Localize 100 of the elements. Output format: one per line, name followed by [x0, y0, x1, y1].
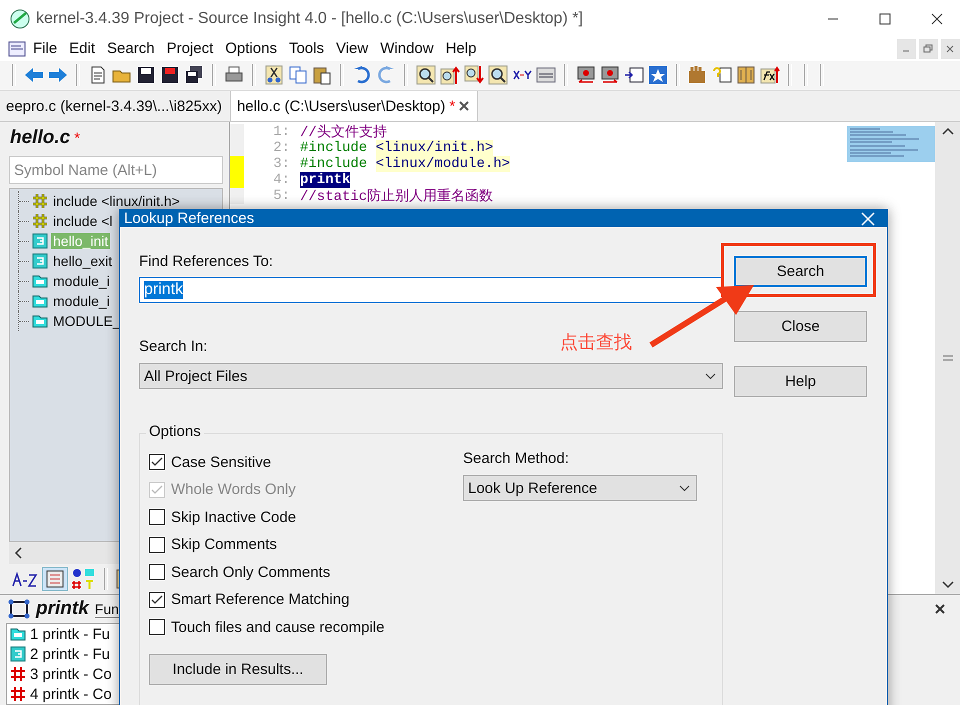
option-label: Search Only Comments [171, 564, 330, 581]
window-title: kernel-3.4.39 Project - Source Insight 4.0 - [hello.c (C:\Users\user\Desktop) *] [36, 10, 584, 28]
include-button[interactable]: Include in Results... [149, 654, 327, 685]
hash-icon [32, 213, 48, 230]
restore-icon[interactable] [919, 38, 938, 59]
search-method-dropdown[interactable]: Look Up Reference [463, 475, 697, 501]
reference-item[interactable]: 3 printk - Co [30, 666, 112, 682]
scroll-down-icon[interactable] [940, 580, 954, 590]
close-icon[interactable] [934, 603, 946, 615]
function-symbol-icon [32, 233, 48, 250]
dialog-button[interactable]: Close [734, 311, 867, 342]
search-icon[interactable] [488, 65, 508, 86]
dialog-button[interactable]: Search [734, 256, 867, 287]
symbol-item[interactable]: include <l [51, 213, 115, 230]
search-up-icon[interactable] [440, 65, 460, 86]
menu-item[interactable]: Project [162, 40, 218, 58]
find-input[interactable]: printk [139, 277, 723, 303]
option-label: Whole Words Only [171, 481, 296, 498]
help-icon[interactable] [712, 65, 732, 86]
menu-item[interactable]: Search [102, 40, 160, 58]
checkbox[interactable] [149, 509, 165, 526]
annotation-text: 点击查找 [560, 331, 632, 354]
scroll-up-icon[interactable] [940, 126, 954, 136]
symbol-item[interactable]: module_i [51, 273, 112, 290]
symbol-types-icon[interactable] [72, 568, 96, 590]
jump-icon[interactable] [624, 65, 644, 86]
save-icon[interactable] [136, 65, 156, 86]
file-tab[interactable]: hello.c (C:\Users\user\Desktop) * [230, 91, 478, 122]
hash-icon [32, 193, 48, 210]
option-label: Touch files and cause recompile [171, 618, 384, 636]
dialog-button[interactable]: Help [734, 366, 867, 397]
search-icon[interactable] [416, 65, 436, 86]
option-label: Skip Inactive Code [171, 508, 296, 526]
symbol-item[interactable]: module_i [51, 293, 112, 310]
checkbox[interactable] [149, 536, 165, 553]
copy-icon[interactable] [288, 65, 308, 86]
search-down-icon[interactable] [464, 65, 484, 86]
search-in-label: Search In: [139, 338, 208, 355]
option-label: Case Sensitive [171, 454, 272, 471]
menu-item[interactable]: Help [440, 40, 482, 58]
code-token: printk [300, 172, 350, 188]
symbol-item[interactable]: MODULE_ [51, 313, 123, 330]
menu-item[interactable]: Options [220, 40, 282, 58]
scroll-grip-icon[interactable] [942, 355, 954, 362]
macro-symbol-icon [10, 626, 26, 642]
macro-symbol-icon [32, 293, 48, 310]
app-logo-icon [10, 8, 30, 29]
save-icon[interactable] [160, 65, 180, 86]
menu-item[interactable]: Edit [64, 40, 100, 58]
hash-icon [10, 666, 26, 682]
symbol-item[interactable]: hello_exit [51, 253, 114, 270]
method-label: Search Method: [463, 450, 569, 467]
code-token: //static防止别人用重名函数 [300, 188, 494, 206]
menu-item[interactable]: File [28, 40, 62, 58]
book-icon[interactable] [736, 65, 756, 86]
reference-item[interactable]: 4 printk - Co [30, 686, 112, 702]
option-label: Smart Reference Matching [171, 591, 350, 608]
save-all-icon[interactable] [184, 65, 204, 86]
code-token: #include [300, 140, 368, 156]
minimap-drawing[interactable] [847, 126, 935, 162]
function-symbol-icon [32, 253, 48, 270]
line-number: 5: [272, 188, 291, 204]
search-in-dropdown[interactable]: All Project Files [139, 363, 723, 389]
modified-mark: * [74, 130, 80, 147]
find-label: Find References To: [139, 253, 273, 270]
menu-item[interactable]: View [330, 40, 374, 58]
undo-icon[interactable] [352, 65, 372, 86]
line-number: 2: [272, 140, 291, 156]
checkbox[interactable] [149, 592, 165, 608]
close-icon[interactable] [459, 101, 470, 112]
symbol-search-field[interactable]: Symbol Name (Alt+L) [9, 156, 223, 184]
bookmark-back-icon[interactable] [576, 65, 596, 86]
code-token: <linux/module.h> [376, 156, 510, 172]
modified-mark: * [449, 98, 456, 115]
line-number: 4: [272, 172, 291, 188]
reference-item[interactable]: 2 printk - Fu [30, 646, 110, 662]
list-view-icon[interactable] [42, 567, 68, 591]
checkbox[interactable] [149, 454, 165, 470]
macro-symbol-icon [32, 313, 48, 330]
group-title: Options [146, 423, 204, 440]
symbol-frame-icon [8, 599, 30, 619]
file-name: hello.c [10, 127, 70, 150]
menu-item[interactable]: Tools [284, 40, 329, 58]
function-icon[interactable] [760, 65, 780, 86]
checkbox[interactable] [149, 619, 165, 636]
menu-item[interactable]: Window [375, 40, 439, 58]
paste-icon[interactable] [312, 65, 332, 86]
function-symbol-icon [10, 646, 26, 662]
document-icon[interactable] [8, 40, 26, 57]
line-number: 3: [272, 156, 291, 172]
dialog-title: Lookup References [124, 210, 254, 227]
bookmark-forward-icon[interactable] [600, 65, 620, 86]
symbol-item[interactable]: include <linux/init.h> [51, 193, 182, 210]
vertical-scrollbar[interactable] [935, 122, 960, 594]
scissors-icon[interactable] [264, 65, 284, 86]
code-token: <linux/init.h> [376, 140, 494, 156]
checkbox[interactable] [149, 564, 165, 580]
macro-symbol-icon [32, 273, 48, 290]
hash-icon [10, 686, 26, 702]
reference-item[interactable]: 1 printk - Fu [30, 626, 110, 642]
